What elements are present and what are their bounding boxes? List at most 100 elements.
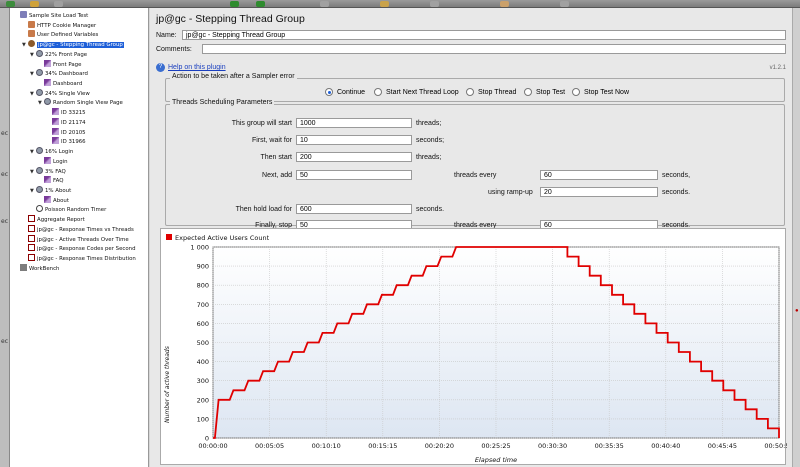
radio-continue[interactable]: Continue <box>325 88 365 96</box>
tree-item-label: ID 33215 <box>61 110 86 117</box>
radio-dot <box>524 88 532 96</box>
x-tick-label: 00:30:30 <box>538 442 567 450</box>
y-tick-label: 200 <box>197 396 209 404</box>
tree-item-label: Front Page <box>53 61 82 68</box>
tree-item-label: Dashboard <box>53 81 83 88</box>
tree-item[interactable]: ID 20105 <box>46 127 86 137</box>
tree-item[interactable]: ▼ 16% Login <box>30 147 73 156</box>
test-plan-tree[interactable]: Sample Site Load Test HTTP Cookie Manager… <box>10 8 149 467</box>
tree-item[interactable]: jp@gc - Active Threads Over Time <box>22 234 129 244</box>
tree-item-label: jp@gc - Stepping Thread Group <box>37 42 124 49</box>
then-start-field[interactable]: 200 <box>296 152 412 162</box>
tree-item[interactable]: HTTP Cookie Manager <box>22 20 97 30</box>
radio-dot <box>325 88 333 96</box>
page-title: jp@gc - Stepping Thread Group <box>156 13 305 25</box>
threads-every-field[interactable]: 60 <box>540 170 658 180</box>
tree-item[interactable]: ID 21174 <box>46 117 86 127</box>
toolbar-button-4[interactable] <box>230 1 239 7</box>
tree-item[interactable]: Front Page <box>38 59 82 69</box>
toolbar-button-9[interactable] <box>500 1 509 7</box>
toolbar-button-10[interactable] <box>560 1 569 7</box>
edge-mark: ● <box>795 308 799 314</box>
toolbar-button-5[interactable] <box>256 1 265 7</box>
version-label: v1.2.1 <box>769 65 786 71</box>
then-start-unit: threads; <box>416 154 442 161</box>
toolbar-button-6[interactable] <box>320 1 329 7</box>
radio-stop-test[interactable]: Stop Test <box>524 88 565 96</box>
toolbar-button-3[interactable] <box>54 1 63 7</box>
tree-item-label: About <box>53 197 69 204</box>
radio-stop-test-now[interactable]: Stop Test Now <box>572 88 629 96</box>
controller-icon <box>44 98 51 106</box>
group-start-unit: threads; <box>416 120 442 127</box>
radio-stop-thread[interactable]: Stop Thread <box>466 88 516 96</box>
y-tick-label: 600 <box>197 320 209 328</box>
tree-item[interactable]: ▼ 34% Dashboard <box>30 69 88 78</box>
tree-item[interactable]: WorkBench <box>14 263 59 273</box>
x-tick-label: 00:40:40 <box>651 442 680 450</box>
group-start-field[interactable]: 1000 <box>296 118 412 128</box>
y-tick-label: 100 <box>197 415 209 423</box>
tree-item[interactable]: FAQ <box>38 176 63 185</box>
tree-item[interactable]: ▼ 22% Front Page <box>30 49 87 59</box>
thread-group-icon <box>28 40 35 48</box>
radio-start-next-thread-loop[interactable]: Start Next Thread Loop <box>374 88 459 96</box>
tree-item[interactable]: Poisson Random Timer <box>30 205 106 214</box>
sampler-icon <box>44 176 51 184</box>
y-axis-label: Number of active threads <box>164 346 171 423</box>
radio-label: Stop Test Now <box>584 88 630 96</box>
first-wait-unit: seconds; <box>416 137 445 144</box>
tree-item[interactable]: About <box>38 195 69 205</box>
tree-item[interactable]: User Defined Variables <box>22 30 98 39</box>
ramp-up-field[interactable]: 20 <box>540 187 658 197</box>
tree-item[interactable]: Dashboard <box>38 79 82 88</box>
tree-item[interactable]: Sample Site Load Test <box>14 11 88 20</box>
tree-item[interactable]: jp@gc - Response Times Distribution <box>22 254 136 263</box>
controller-icon <box>36 166 43 174</box>
help-link[interactable]: Help on this plugin <box>168 64 226 71</box>
tree-item[interactable]: ID 33215 <box>46 108 86 117</box>
y-tick-label: 700 <box>197 301 209 309</box>
tree-item[interactable]: jp@gc - Response Codes per Second <box>22 244 136 253</box>
y-tick-label: 1 000 <box>190 244 209 252</box>
y-tick-label: 800 <box>197 282 209 290</box>
tree-item-label: User Defined Variables <box>37 32 99 39</box>
group-start-label: This group will start <box>231 120 292 127</box>
comments-field[interactable] <box>202 44 786 54</box>
tree-item-label: 3% FAQ <box>45 168 66 175</box>
tree-item[interactable]: ▼ 3% FAQ <box>30 166 66 176</box>
tree-item[interactable]: ▼ 24% Single View <box>30 88 90 98</box>
next-add-field[interactable]: 50 <box>296 170 412 180</box>
then-start-label: Then start <box>260 154 292 161</box>
x-tick-label: 00:10:10 <box>312 442 341 450</box>
listener-icon <box>28 244 35 252</box>
first-wait-field[interactable]: 10 <box>296 135 412 145</box>
chart-svg: Expected Active Users Count0100200300400… <box>164 234 787 464</box>
toolbar-button-7[interactable] <box>380 1 389 7</box>
edge-text: ec <box>1 171 8 178</box>
tree-item[interactable]: Login <box>38 156 68 166</box>
tree-item[interactable]: ▼ Random Single View Page <box>38 98 123 107</box>
tree-item-label: Poisson Random Timer <box>45 207 107 214</box>
tree-item[interactable]: ID 31966 <box>46 137 86 146</box>
workbench-icon <box>20 263 27 271</box>
tree-item-label: Random Single View Page <box>53 100 123 107</box>
tree-item[interactable]: Aggregate Report <box>22 215 85 224</box>
tree-item[interactable]: ▼ 1% About <box>30 185 72 195</box>
tree-item-label: 24% Single View <box>45 90 90 97</box>
tree-item[interactable]: jp@gc - Response Times vs Threads <box>22 224 134 234</box>
hold-field[interactable]: 600 <box>296 204 412 214</box>
toolbar-button-2[interactable] <box>30 1 39 7</box>
tree-item[interactable]: ▼ jp@gc - Stepping Thread Group <box>22 40 124 49</box>
help-icon: ? <box>156 63 165 72</box>
tree-item-label: 1% About <box>45 187 72 194</box>
name-field[interactable]: jp@gc - Stepping Thread Group <box>182 30 786 40</box>
tree-item-label: FAQ <box>53 178 64 185</box>
tree-item-label: jp@gc - Response Times vs Threads <box>37 226 134 233</box>
toolbar-button-8[interactable] <box>430 1 439 7</box>
tree-item-label: jp@gc - Response Codes per Second <box>37 246 136 253</box>
toolbar-button-1[interactable] <box>6 1 15 7</box>
tree-item-label: HTTP Cookie Manager <box>37 22 97 29</box>
y-tick-label: 400 <box>197 358 209 366</box>
listener-icon <box>28 254 35 261</box>
